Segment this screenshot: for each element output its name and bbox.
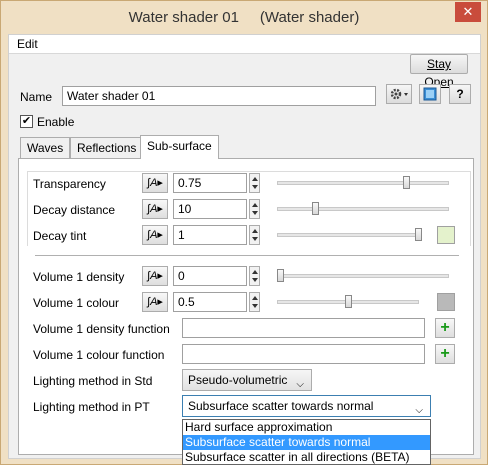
volume1-density-label: Volume 1 density — [33, 270, 125, 284]
preview-icon — [423, 87, 437, 101]
decay-distance-slider-thumb[interactable] — [312, 202, 319, 215]
help-icon: ? — [456, 87, 464, 101]
decay-tint-anim-button[interactable]: ∫A▸ — [142, 225, 168, 245]
decay-tint-color-swatch[interactable] — [437, 226, 455, 244]
volume1-colour-function-label: Volume 1 colour function — [33, 348, 165, 362]
lighting-pt-label: Lighting method in PT — [33, 400, 150, 414]
add-colour-function-button[interactable]: + — [435, 344, 455, 364]
shader-window: Water shader 01 (Water shader) ✕ Edit St… — [0, 0, 488, 465]
name-label: Name — [20, 90, 53, 104]
tab-waves[interactable]: Waves — [20, 137, 71, 158]
enable-checkbox[interactable]: ✔ — [20, 115, 33, 128]
volume1-colour-swatch[interactable] — [437, 293, 455, 311]
decay-distance-input[interactable]: 10 — [173, 199, 247, 219]
window-title: Water shader 01 (Water shader) — [1, 9, 487, 26]
decay-distance-anim-button[interactable]: ∫A▸ — [142, 199, 168, 219]
section-divider — [35, 255, 459, 256]
add-density-function-button[interactable]: + — [435, 318, 455, 338]
animation-icon: ∫A▸ — [147, 203, 163, 215]
lighting-pt-select[interactable]: Subsurface scatter towards normal ⌵ — [182, 395, 431, 417]
preview-button[interactable] — [419, 84, 441, 104]
transparency-spinner[interactable] — [249, 173, 260, 193]
volume1-density-anim-button[interactable]: ∫A▸ — [142, 266, 168, 286]
volume1-colour-spinner[interactable] — [249, 292, 260, 312]
decay-tint-slider[interactable] — [277, 233, 419, 237]
gear-icon — [390, 88, 408, 100]
decay-distance-label: Decay distance — [33, 203, 116, 217]
transparency-input[interactable]: 0.75 — [173, 173, 247, 193]
menu-separator — [9, 53, 480, 54]
volume1-density-function-input[interactable] — [182, 318, 425, 338]
animation-icon: ∫A▸ — [147, 270, 163, 282]
volume1-density-slider[interactable] — [277, 274, 449, 278]
lighting-std-value: Pseudo-volumetric — [188, 373, 288, 387]
decay-distance-slider[interactable] — [277, 207, 449, 211]
animation-icon: ∫A▸ — [147, 296, 163, 308]
decay-tint-slider-thumb[interactable] — [415, 228, 422, 241]
volume1-density-function-label: Volume 1 density function — [33, 322, 170, 336]
close-icon: ✕ — [462, 4, 474, 19]
volume1-density-spinner[interactable] — [249, 266, 260, 286]
close-button[interactable]: ✕ — [455, 2, 481, 22]
gear-menu-button[interactable] — [386, 84, 412, 104]
decay-tint-label: Decay tint — [33, 229, 87, 243]
add-icon: + — [440, 345, 450, 362]
volume1-density-slider-thumb[interactable] — [277, 269, 284, 282]
help-button[interactable]: ? — [449, 84, 471, 104]
tab-reflections[interactable]: Reflections — [70, 137, 144, 158]
window-title-name: Water shader 01 — [128, 9, 239, 26]
lighting-pt-dropdown-list: Hard surface approximation Subsurface sc… — [182, 419, 431, 465]
transparency-slider-thumb[interactable] — [403, 176, 410, 189]
lighting-pt-value: Subsurface scatter towards normal — [188, 399, 374, 413]
transparency-anim-button[interactable]: ∫A▸ — [142, 173, 168, 193]
add-icon: + — [440, 319, 450, 336]
dropdown-option[interactable]: Subsurface scatter in all directions (BE… — [183, 450, 430, 465]
volume1-colour-label: Volume 1 colour — [33, 296, 120, 310]
animation-icon: ∫A▸ — [147, 177, 163, 189]
enable-label: Enable — [37, 115, 75, 129]
transparency-slider[interactable] — [277, 181, 449, 185]
volume1-density-input[interactable]: 0 — [173, 266, 247, 286]
chevron-down-icon: ⌵ — [415, 405, 423, 416]
dropdown-option[interactable]: Hard surface approximation — [183, 420, 430, 435]
sub-surface-panel: Transparency ∫A▸ 0.75 Decay distance ∫A▸… — [18, 158, 474, 455]
tab-sub-surface[interactable]: Sub-surface — [140, 135, 219, 159]
decay-distance-spinner[interactable] — [249, 199, 260, 219]
transparency-label: Transparency — [33, 177, 106, 191]
volume1-colour-function-input[interactable] — [182, 344, 425, 364]
lighting-std-label: Lighting method in Std — [33, 374, 153, 388]
stay-open-button[interactable]: Stay Open — [410, 54, 468, 89]
menu-edit[interactable]: Edit — [17, 37, 38, 51]
lighting-std-select[interactable]: Pseudo-volumetric ⌵ — [182, 369, 312, 391]
dropdown-option-selected[interactable]: Subsurface scatter towards normal — [183, 435, 430, 450]
title-bar[interactable]: Water shader 01 (Water shader) ✕ — [1, 1, 487, 34]
client-area: Edit Stay Open Name Water shader 01 ? ✔ — [8, 34, 481, 459]
window-title-type: (Water shader) — [259, 9, 360, 26]
animation-icon: ∫A▸ — [147, 229, 163, 241]
volume1-colour-anim-button[interactable]: ∫A▸ — [142, 292, 168, 312]
volume1-colour-slider-thumb[interactable] — [345, 295, 352, 308]
name-input[interactable]: Water shader 01 — [62, 86, 376, 106]
volume1-colour-input[interactable]: 0.5 — [173, 292, 247, 312]
chevron-down-icon: ⌵ — [296, 379, 304, 390]
checkmark-icon: ✔ — [21, 115, 32, 127]
decay-tint-spinner[interactable] — [249, 225, 260, 245]
decay-tint-input[interactable]: 1 — [173, 225, 247, 245]
menu-bar: Edit — [9, 35, 480, 53]
